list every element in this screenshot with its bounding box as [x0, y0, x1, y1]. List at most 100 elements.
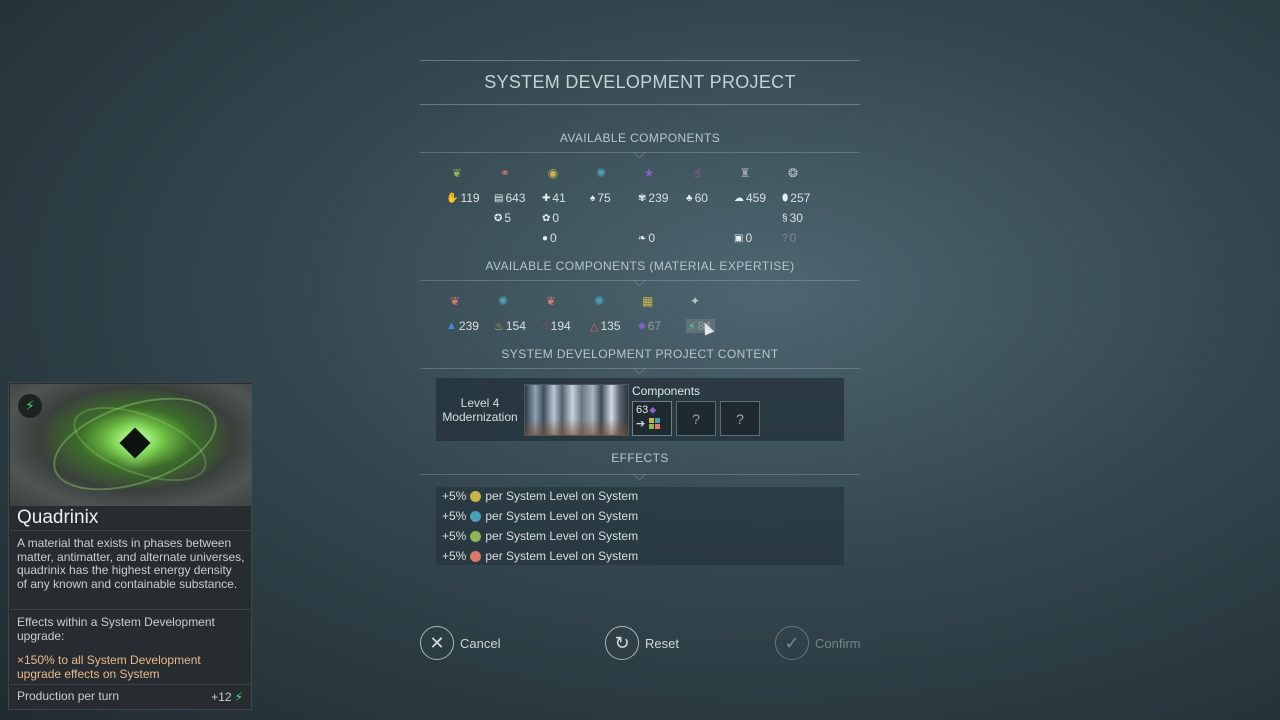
confirm-button[interactable]: ✓: [775, 626, 809, 660]
expertise-value: 135: [600, 319, 621, 333]
component-value: 0: [745, 231, 753, 245]
city-thumbnail: [524, 384, 629, 436]
components-label: Components: [632, 384, 701, 398]
component-count: ♠ 75: [590, 191, 611, 205]
card-title: Quadrinix: [17, 507, 99, 528]
component-value: 60: [694, 191, 708, 205]
expertise-heading: AVAILABLE COMPONENTS (MATERIAL EXPERTISE…: [485, 259, 795, 273]
expertise-rule: [420, 280, 860, 281]
effects-heading: EFFECTS: [611, 451, 669, 465]
molecule-icon: [470, 550, 482, 562]
hand-icon: ✋: [446, 192, 459, 204]
component-count: ☁ 459: [734, 191, 766, 205]
star-icon: ★: [643, 166, 655, 180]
hat-icon: ⌂: [542, 320, 549, 332]
component-value: 0: [550, 231, 557, 245]
component-value: 257: [790, 191, 811, 205]
gear-icon: ✪: [494, 212, 503, 224]
triangle-icon: △: [590, 320, 599, 333]
component-count: ✪ 5: [494, 211, 511, 225]
leaf-icon: ❦: [450, 294, 461, 308]
effect-row: +5% per System Level on System: [442, 509, 639, 523]
cross-icon: ✚: [542, 192, 551, 204]
atom-icon: [470, 510, 482, 522]
effects-rule: [420, 474, 860, 475]
bolt-icon: ⚡: [234, 690, 243, 704]
question-icon: ?: [782, 232, 788, 244]
production-value: +12 ⚡: [211, 690, 243, 704]
squares-icon: ▦: [642, 294, 654, 308]
sparkle-icon: ✦: [690, 294, 701, 308]
fire-icon: ♨: [494, 320, 504, 333]
grid-icon: ▤: [494, 192, 504, 204]
available-components-heading: AVAILABLE COMPONENTS: [559, 131, 721, 145]
component-value: 75: [597, 191, 611, 205]
bolt-icon: ⚡: [688, 320, 696, 333]
component-value: 0: [552, 211, 560, 225]
component-slot-2[interactable]: ?: [676, 401, 716, 436]
cloud-icon: ☁: [734, 192, 744, 204]
component-count: ✋ 119: [446, 191, 480, 205]
slot1-value: 63: [636, 404, 649, 416]
component-count: ? 0: [782, 231, 796, 245]
coin-icon: ◉: [547, 166, 559, 180]
leaf-icon: [470, 530, 482, 542]
component-slot-1[interactable]: 63 ⬥ ➔: [632, 401, 672, 436]
card-divider: [10, 684, 252, 685]
egg-icon: ⬮: [782, 192, 789, 204]
component-value: 239: [648, 191, 669, 205]
expertise-count[interactable]: ♨ 154: [494, 319, 526, 333]
cancel-label[interactable]: Cancel: [460, 636, 500, 651]
component-count: ● 0: [542, 231, 557, 245]
flower-icon: ✿: [542, 212, 551, 224]
quadrinix-image: ⚡: [10, 384, 252, 506]
component-count: ✾ 239: [638, 191, 668, 205]
title-top-rule: [420, 60, 860, 61]
component-count: § 30: [782, 211, 803, 225]
card-effects-heading: Effects within a System Development upgr…: [17, 615, 215, 643]
expertise-value: 239: [458, 319, 479, 333]
expertise-count[interactable]: △ 135: [590, 319, 621, 333]
reset-button[interactable]: ↻: [605, 626, 639, 660]
expertise-count[interactable]: ▲ 239: [446, 319, 479, 333]
project-content-heading: SYSTEM DEVELOPMENT PROJECT CONTENT: [501, 347, 779, 361]
circles-icon: ❂: [787, 166, 799, 180]
component-slot-3[interactable]: ?: [720, 401, 760, 436]
component-count: ▤ 643: [494, 191, 525, 205]
expertise-count[interactable]: ⌂ 194: [542, 319, 571, 333]
expertise-value: 154: [505, 319, 526, 333]
box-icon: ▣: [734, 232, 744, 244]
component-count: ⬮ 257: [782, 191, 810, 205]
crystal-icon: ▲: [446, 320, 457, 332]
mushroom-icon: ♠: [590, 192, 596, 204]
component-value: 41: [552, 191, 566, 205]
component-count: ✿ 0: [542, 211, 559, 225]
effects-panel: +5% per System Level on System +5% per S…: [436, 487, 844, 565]
molecule-icon: ⚭: [499, 166, 511, 180]
dna-icon: §: [782, 212, 788, 224]
card-divider: [10, 530, 252, 531]
people-icon: ♜: [739, 166, 751, 180]
bolt-icon: ⚡: [18, 394, 42, 418]
thumb-icon: ☝: [693, 166, 701, 180]
confirm-label[interactable]: Confirm: [815, 636, 861, 651]
atom-icon: ✺: [594, 294, 605, 308]
card-effect-text: ×150% to all System Development upgrade …: [17, 653, 201, 681]
drop-icon: ●: [542, 232, 549, 244]
level-line2: Modernization: [442, 410, 518, 424]
expertise-value: 67: [647, 319, 662, 333]
component-value: 119: [460, 191, 480, 205]
atom-icon: ✺: [498, 294, 509, 308]
expertise-count[interactable]: ⬥ 67: [638, 319, 661, 333]
component-value: 0: [648, 231, 656, 245]
reset-label[interactable]: Reset: [645, 636, 679, 651]
coin-icon: [470, 490, 482, 502]
reset-icon: ↻: [614, 632, 630, 653]
check-icon: ✓: [784, 632, 800, 653]
gem-icon: ⬥: [649, 404, 657, 416]
cancel-button[interactable]: ✕: [420, 626, 454, 660]
leaf-icon: ❦: [546, 294, 557, 308]
close-icon: ✕: [429, 632, 445, 653]
gem-icon: ⬥: [638, 319, 646, 332]
resource-tooltip-card: ⚡ Quadrinix A material that exists in ph…: [8, 382, 252, 710]
